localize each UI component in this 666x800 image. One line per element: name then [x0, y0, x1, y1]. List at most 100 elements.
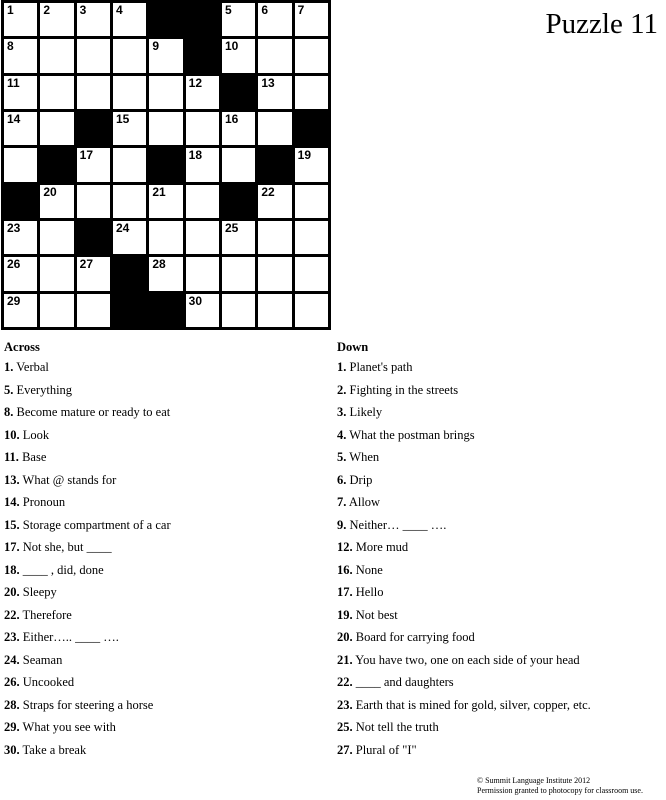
clue-text: What the postman brings [349, 427, 475, 442]
grid-cell[interactable] [76, 293, 110, 327]
down-clue: 16. None [337, 562, 591, 585]
grid-cell[interactable] [76, 75, 110, 109]
grid-cell[interactable]: 12 [185, 75, 219, 109]
black-square [258, 148, 292, 182]
grid-cell[interactable]: 15 [112, 111, 147, 146]
cell-number: 11 [7, 75, 20, 90]
grid-cell[interactable] [149, 220, 183, 255]
cell-number: 15 [115, 111, 130, 126]
grid-cell[interactable] [221, 148, 256, 182]
black-square [149, 148, 183, 182]
grid-cell[interactable]: 19 [294, 148, 328, 182]
grid-cell[interactable] [185, 257, 219, 291]
grid-cell[interactable]: 28 [149, 257, 183, 291]
grid-cell[interactable]: 9 [149, 39, 183, 73]
grid-cell[interactable]: 29 [4, 293, 38, 327]
clue-number: 2. [337, 382, 347, 397]
clue-number: 28. [4, 697, 20, 712]
grid-cell[interactable]: 18 [185, 148, 219, 182]
grid-cell[interactable] [258, 111, 292, 146]
grid-cell[interactable] [221, 293, 256, 327]
clue-text: More mud [355, 540, 409, 554]
grid-cell[interactable] [4, 148, 38, 182]
grid-cell[interactable]: 13 [258, 75, 292, 109]
grid-cell[interactable] [40, 39, 74, 73]
grid-cell[interactable] [294, 75, 328, 109]
grid-cell[interactable] [40, 257, 74, 291]
cell-number: 20 [43, 184, 57, 199]
grid-cell[interactable]: 24 [112, 220, 147, 255]
across-clue: 17. Not she, but ____ [4, 539, 171, 562]
grid-cell[interactable]: 22 [258, 184, 292, 218]
grid-cell[interactable]: 14 [4, 111, 38, 146]
crossword-grid: 1 2 3 4 5 6 7 8 9 10 11 12 13 14 15 16 17 18 19 20 21 22 23 24 2… [1, 0, 331, 330]
clue-text: Drip [349, 472, 373, 487]
grid-cell[interactable] [221, 257, 256, 291]
grid-cell[interactable] [112, 148, 147, 182]
grid-cell[interactable] [294, 220, 328, 255]
down-clue: 9. Neither… ____ …. [337, 517, 591, 540]
grid-cell[interactable]: 26 [4, 257, 38, 291]
grid-cell[interactable] [294, 293, 328, 327]
across-clue: 26. Uncooked [4, 674, 171, 697]
grid-cell[interactable] [185, 220, 219, 255]
grid-cell[interactable] [76, 184, 110, 218]
cell-number: 9 [152, 39, 160, 54]
black-square [40, 148, 74, 182]
clue-text: Everything [16, 382, 73, 397]
grid-cell[interactable] [294, 257, 328, 291]
cell-number: 28 [152, 257, 166, 272]
grid-cell[interactable] [112, 75, 147, 109]
grid-cell[interactable]: 6 [258, 3, 292, 37]
grid-cell[interactable] [40, 111, 74, 146]
grid-cell[interactable]: 10 [221, 39, 256, 73]
grid-cell[interactable] [294, 184, 328, 218]
cell-number: 6 [261, 3, 269, 17]
clue-number: 16. [337, 562, 353, 577]
grid-cell[interactable]: 23 [4, 220, 38, 255]
grid-cell[interactable]: 1 [4, 3, 38, 37]
grid-cell[interactable] [76, 39, 110, 73]
clue-text: Sleepy [22, 585, 57, 599]
grid-cell[interactable]: 25 [221, 220, 256, 255]
clue-number: 1. [4, 360, 14, 374]
down-clue: 21. You have two, one on each side of yo… [337, 652, 591, 675]
clue-number: 23. [4, 630, 20, 644]
grid-cell[interactable]: 17 [76, 148, 110, 182]
grid-cell[interactable]: 11 [4, 75, 38, 109]
grid-cell[interactable] [40, 293, 74, 327]
grid-cell[interactable]: 2 [40, 3, 74, 37]
grid-cell[interactable] [258, 293, 292, 327]
grid-cell[interactable] [112, 39, 147, 73]
grid-cell[interactable] [112, 184, 147, 218]
grid-cell[interactable]: 16 [221, 111, 256, 146]
grid-cell[interactable]: 21 [149, 184, 183, 218]
grid-cell[interactable] [149, 75, 183, 109]
grid-cell[interactable]: 27 [76, 257, 110, 291]
grid-cell[interactable]: 5 [221, 3, 256, 37]
grid-cell[interactable] [258, 220, 292, 255]
grid-cell[interactable]: 3 [76, 3, 110, 37]
black-square [76, 111, 110, 146]
cell-number: 14 [7, 111, 21, 126]
grid-cell[interactable] [258, 257, 292, 291]
clue-number: 22. [4, 607, 20, 622]
grid-cell[interactable] [185, 184, 219, 218]
grid-cell[interactable] [258, 39, 292, 73]
across-list: 1. Verbal 5. Everything 8. Become mature o… [4, 359, 171, 764]
grid-cell[interactable] [40, 220, 74, 255]
grid-cell[interactable] [149, 111, 183, 146]
grid-cell[interactable]: 20 [40, 184, 74, 218]
grid-cell[interactable]: 8 [4, 39, 38, 73]
grid-cell[interactable]: 30 [185, 293, 219, 327]
down-clue: 6. Drip [337, 472, 591, 495]
clue-text: Plural of "I" [355, 742, 417, 757]
grid-cell[interactable] [40, 75, 74, 109]
grid-cell[interactable] [185, 111, 219, 146]
grid-cell[interactable] [294, 39, 328, 73]
cell-number: 7 [297, 3, 305, 17]
across-clue: 8. Become mature or ready to eat [4, 404, 171, 427]
grid-cell[interactable]: 7 [294, 3, 328, 37]
cell-number: 23 [7, 220, 21, 235]
grid-cell[interactable]: 4 [112, 3, 147, 37]
